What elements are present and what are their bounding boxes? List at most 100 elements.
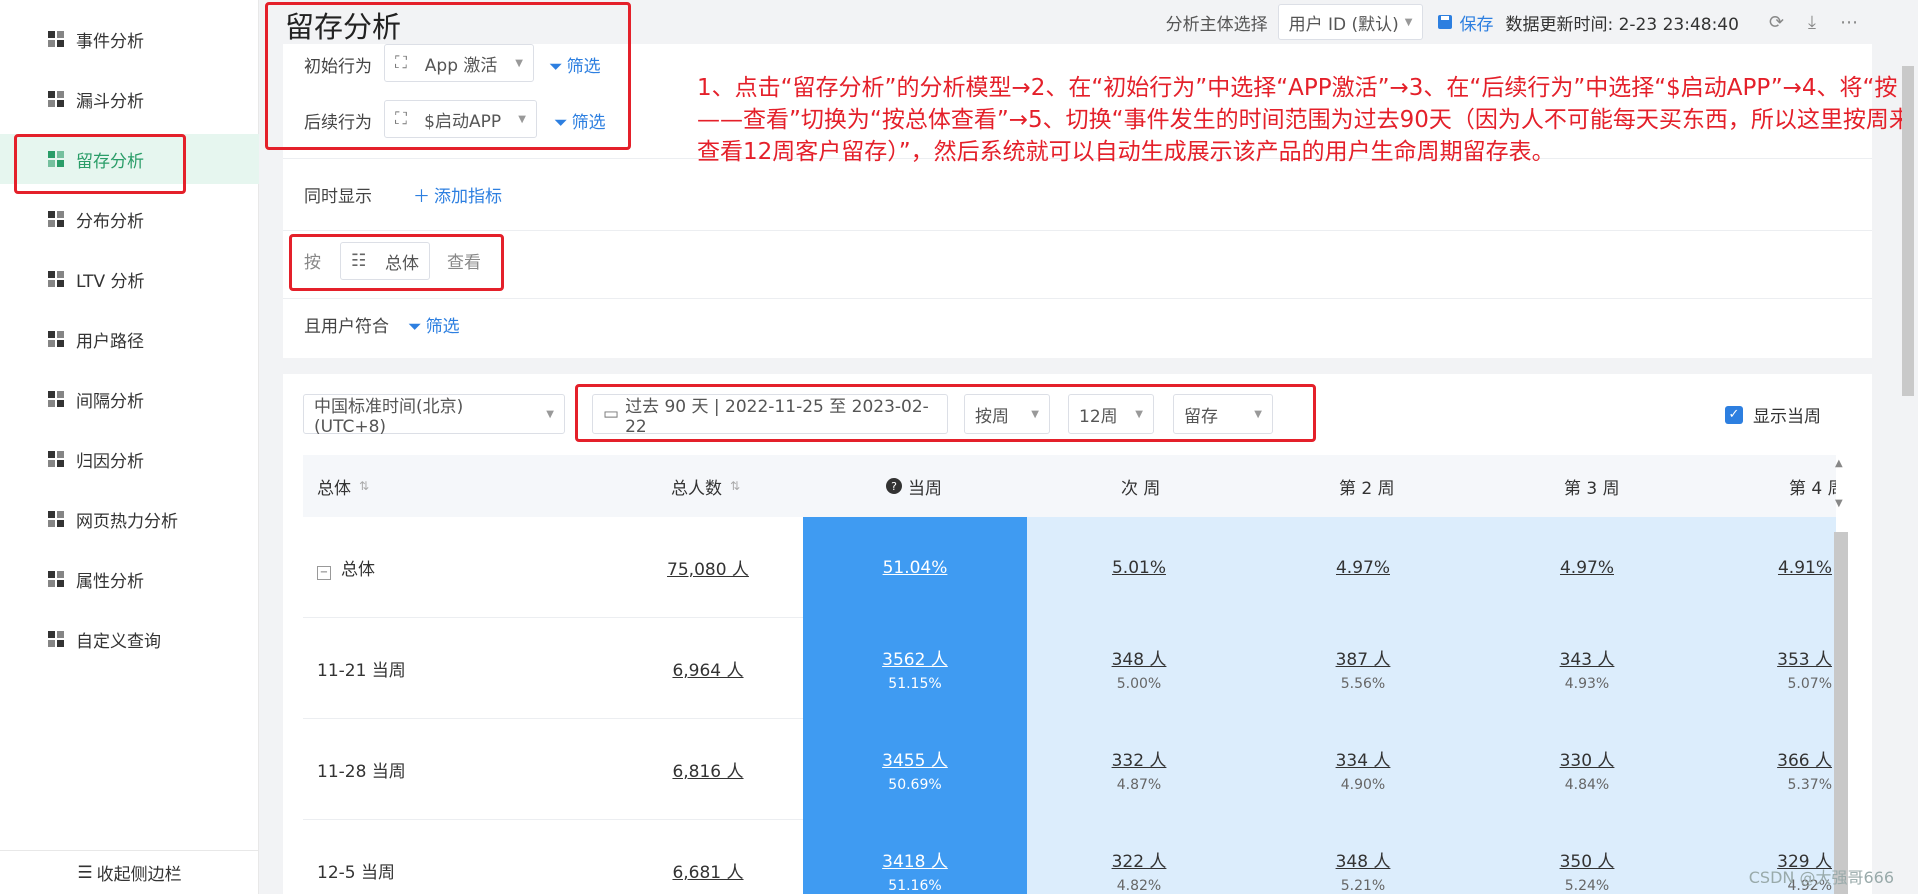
save-icon (1438, 15, 1453, 29)
sidebar-item-6[interactable]: 用户路径 (0, 314, 259, 364)
event-icon: ⛶ (395, 109, 407, 129)
collapse-sidebar-label: 收起侧边栏 (96, 865, 182, 885)
list-icon: ☷ (351, 251, 367, 271)
sidebar-item-label: 属性分析 (76, 571, 144, 592)
user-filter-button[interactable]: ⏷ 筛选 (408, 310, 460, 344)
initial-behavior-label: 初始行为 (304, 57, 372, 77)
sidebar-item-9[interactable]: 网页热力分析 (0, 494, 259, 544)
timezone-dropdown[interactable]: 中国标准时间(北京) (UTC+8) ▼ (303, 394, 565, 437)
sidebar-item-4[interactable]: 分布分析 (0, 194, 259, 244)
save-label: 保存 (1459, 14, 1494, 35)
sidebar-item-11[interactable]: 自定义查询 (0, 614, 259, 664)
header-week-1: 次 周 (1121, 478, 1161, 499)
retention-cell[interactable]: 3418 人 51.16% (803, 820, 1027, 894)
table-scrollbar[interactable] (1834, 532, 1848, 894)
sort-icon: ⇅ (359, 479, 370, 493)
followup-behavior-label: 后续行为 (304, 113, 372, 133)
table-row: 12-5 当周 6,681 人 3418 人 51.16% 322 人 4.82% 348 … (303, 820, 1836, 894)
row-total[interactable]: 6,816 人 (633, 719, 783, 820)
table-row: − 总体 75,080 人 51.04% 5.01% 4.97% 4.97% 4.91% (303, 517, 1836, 618)
retention-cell[interactable]: 350 人 5.24% (1475, 820, 1699, 894)
retention-cell[interactable]: 4.97% (1251, 517, 1475, 618)
row-label: 11-21 当周 (317, 661, 406, 681)
help-icon: ? (886, 478, 902, 494)
sidebar-item-2[interactable]: 漏斗分析 (0, 74, 259, 124)
sidebar-item-7[interactable]: 间隔分析 (0, 374, 259, 424)
chevron-down-icon: ▼ (1135, 408, 1143, 420)
header-group[interactable]: 总体 ⇅ (317, 455, 369, 517)
retention-cell[interactable]: 353 人 5.07% (1699, 618, 1836, 719)
retention-cell[interactable]: 4.91% (1699, 517, 1836, 618)
row-total[interactable]: 6,681 人 (633, 820, 783, 894)
row-total[interactable]: 75,080 人 (633, 517, 783, 618)
collapse-sidebar-button[interactable]: ☰ 收起侧边栏 (0, 850, 259, 894)
chevron-down-icon: ▼ (515, 57, 523, 69)
initial-behavior-dropdown[interactable]: ⛶ App 激活 ▼ (384, 44, 534, 82)
retention-cell[interactable]: 332 人 4.87% (1027, 719, 1251, 820)
retention-cell[interactable]: 366 人 5.37% (1699, 719, 1836, 820)
sidebar-item-label: 分布分析 (76, 211, 144, 232)
chevron-down-icon: ▼ (1404, 16, 1413, 28)
initial-filter-button[interactable]: ⏷ 筛选 (549, 50, 601, 84)
chevron-down-icon: ▼ (518, 113, 526, 125)
retention-cell[interactable]: 5.01% (1027, 517, 1251, 618)
show-current-week-checkbox[interactable]: ✓ 显示当周 (1725, 402, 1821, 427)
retention-cell[interactable]: 322 人 4.82% (1027, 820, 1251, 894)
interval-icon (44, 387, 68, 411)
retention-cell[interactable]: 334 人 4.90% (1251, 719, 1475, 820)
download-icon[interactable]: ⤓ (1808, 12, 1816, 33)
date-range-picker[interactable]: ▭ 过去 90 天 | 2022-11-25 至 2023-02-22 (592, 394, 948, 437)
path-icon (44, 327, 68, 351)
sidebar-item-10[interactable]: 属性分析 (0, 554, 259, 604)
retention-cell[interactable]: 343 人 4.93% (1475, 618, 1699, 719)
event-icon: ⛶ (395, 53, 407, 73)
retention-cell[interactable]: 51.04% (803, 517, 1027, 618)
chevron-down-icon: ▼ (1031, 408, 1039, 420)
sidebar-item-3[interactable]: 留存分析 (0, 134, 259, 184)
header-total[interactable]: 总人数 ⇅ (671, 455, 740, 517)
retention-cell[interactable]: 3562 人 51.15% (803, 618, 1027, 719)
row-total[interactable]: 6,964 人 (633, 618, 783, 719)
followup-behavior-dropdown[interactable]: ⛶ $启动APP ▼ (384, 100, 537, 138)
filter-label: 筛选 (425, 317, 460, 337)
plus-icon: ＋ (413, 187, 430, 207)
sidebar-item-label: 漏斗分析 (76, 91, 144, 112)
subject-select-label: 分析主体选择 (1165, 14, 1268, 35)
table-row: 11-21 当周 6,964 人 3562 人 51.15% 348 人 5.00% 387… (303, 618, 1836, 719)
retention-cell[interactable]: 4.97% (1475, 517, 1699, 618)
layout-blocks-icon (44, 207, 68, 231)
header-week-3: 第 3 周 (1564, 478, 1620, 499)
retention-cell[interactable]: 348 人 5.21% (1251, 820, 1475, 894)
more-icon[interactable]: ⋯ (1840, 12, 1858, 33)
periods-dropdown[interactable]: 12周 ▼ (1068, 394, 1154, 434)
show-current-week-label: 显示当周 (1753, 407, 1821, 427)
scroll-up-arrow[interactable]: ▲ (1835, 458, 1843, 469)
followup-filter-button[interactable]: ⏷ 筛选 (554, 106, 606, 140)
sidebar-item-label: 网页热力分析 (76, 511, 178, 532)
filter-icon: ⏷ (408, 317, 422, 337)
grid-dots-icon (44, 147, 68, 171)
sidebar-item-1[interactable]: 事件分析 (0, 14, 259, 64)
granularity-dropdown[interactable]: 按周 ▼ (964, 394, 1050, 434)
scroll-down-arrow[interactable]: ▼ (1835, 498, 1843, 509)
sidebar-item-5[interactable]: LTV 分析 (0, 254, 259, 304)
group-by-dropdown[interactable]: ☷ 总体 (340, 242, 430, 280)
retention-cell[interactable]: 387 人 5.56% (1251, 618, 1475, 719)
user-match-label: 且用户符合 (304, 317, 389, 337)
retention-cell[interactable]: 3455 人 50.69% (803, 719, 1027, 820)
save-button[interactable]: 保存 (1437, 10, 1493, 35)
sidebar-item-label: 留存分析 (76, 151, 144, 172)
collapse-box-icon[interactable]: − (317, 565, 331, 580)
page-scrollbar[interactable] (1902, 66, 1914, 396)
metric-dropdown[interactable]: 留存 ▼ (1173, 394, 1273, 434)
sidebar-item-label: 用户路径 (76, 331, 144, 352)
header-current-week: ? 当周 (886, 455, 942, 517)
sidebar-item-8[interactable]: 归因分析 (0, 434, 259, 484)
add-metric-button[interactable]: ＋添加指标 (413, 180, 502, 214)
header-week-2: 第 2 周 (1339, 478, 1395, 499)
subject-dropdown[interactable]: 用户 ID (默认) ▼ (1277, 4, 1424, 40)
refresh-icon[interactable]: ⟳ (1769, 12, 1784, 33)
retention-cell[interactable]: 348 人 5.00% (1027, 618, 1251, 719)
sort-icon: ⇅ (730, 479, 741, 493)
retention-cell[interactable]: 330 人 4.84% (1475, 719, 1699, 820)
